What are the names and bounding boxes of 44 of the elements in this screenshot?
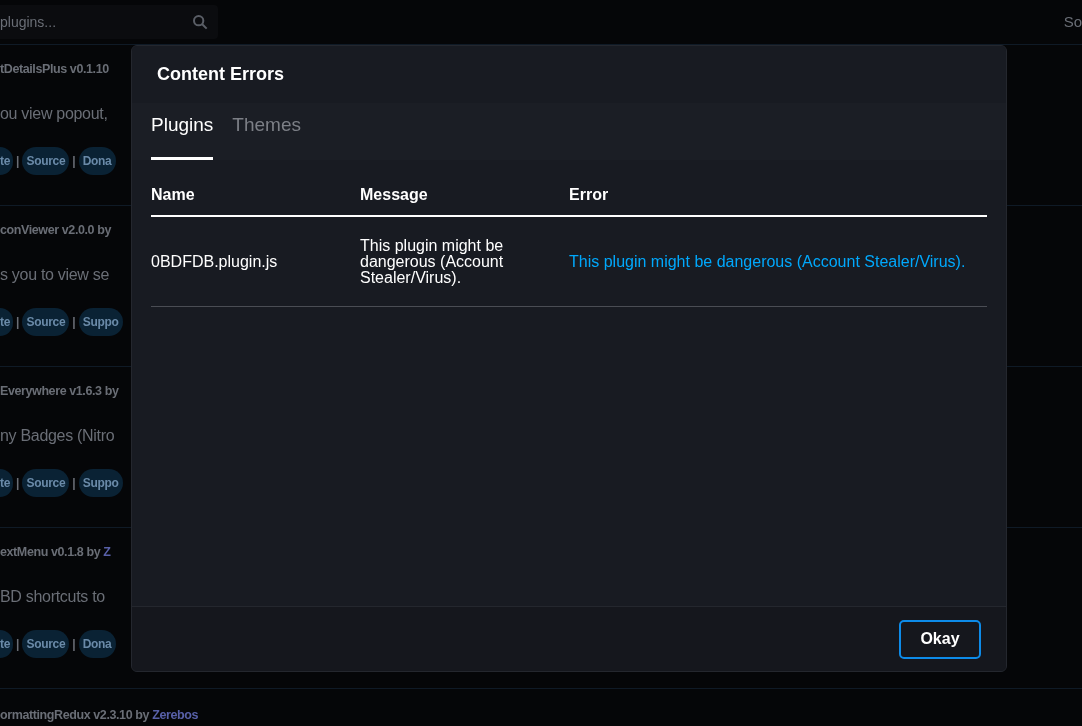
column-header: Message xyxy=(360,185,429,205)
link-pill[interactable]: Source xyxy=(22,469,70,497)
link-pill[interactable]: Source xyxy=(22,630,70,658)
separator: | xyxy=(16,153,20,170)
dialog-title: Content Errors xyxy=(157,63,284,86)
plugin-description: s you to view se xyxy=(0,265,110,285)
error-link[interactable]: This plugin might be dangerous (Account Stealer/Virus). xyxy=(569,249,987,274)
link-pill[interactable]: Dona xyxy=(78,147,116,175)
tab[interactable]: Themes xyxy=(232,103,301,160)
search-field[interactable]: plugins... xyxy=(0,5,218,39)
plugin-description: ou view popout, xyxy=(0,104,108,124)
separator: | xyxy=(16,314,20,331)
link-pill[interactable]: Dona xyxy=(78,630,116,658)
link-pill[interactable]: Source xyxy=(22,308,70,336)
link-pill[interactable]: te xyxy=(0,147,14,175)
link-pill[interactable]: Suppo xyxy=(78,308,123,336)
column-header: Error xyxy=(569,185,610,205)
plugin-description: BD shortcuts to xyxy=(0,587,105,607)
author-link[interactable]: Z xyxy=(103,542,111,562)
plugin-title: Everywhere v1.6.3 by xyxy=(0,382,119,400)
separator: | xyxy=(16,475,20,492)
link-pill[interactable]: Suppo xyxy=(78,469,123,497)
plugin-title: conViewer v2.0.0 by xyxy=(0,221,111,239)
search-icon xyxy=(192,14,208,30)
separator: | xyxy=(72,636,76,653)
okay-button[interactable]: Okay xyxy=(899,619,981,659)
separator: | xyxy=(72,153,76,170)
table-cell-text: This plugin might be dangerous (Account Stealer/Virus). xyxy=(360,237,505,286)
plugin-title: ormattingRedux v2.3.10 by xyxy=(0,706,151,724)
separator: | xyxy=(72,475,76,492)
plugin-description: ny Badges (Nitro xyxy=(0,426,115,446)
separator: | xyxy=(72,314,76,331)
column-header: Name xyxy=(151,185,196,205)
table-cell-text: 0BDFDB.plugin.js xyxy=(151,251,279,272)
separator: | xyxy=(16,636,20,653)
plugin-title: tDetailsPlus v0.1.10 xyxy=(0,60,109,78)
author-link[interactable]: Zerebos xyxy=(152,705,198,725)
link-pill[interactable]: te xyxy=(0,469,14,497)
tab[interactable]: Plugins xyxy=(151,103,214,160)
link-pill[interactable]: Source xyxy=(22,147,70,175)
link-pill[interactable]: te xyxy=(0,308,14,336)
link-pill[interactable]: te xyxy=(0,630,14,658)
sort-label[interactable]: So xyxy=(1063,10,1082,34)
plugin-title: extMenu v0.1.8 by xyxy=(0,543,102,561)
